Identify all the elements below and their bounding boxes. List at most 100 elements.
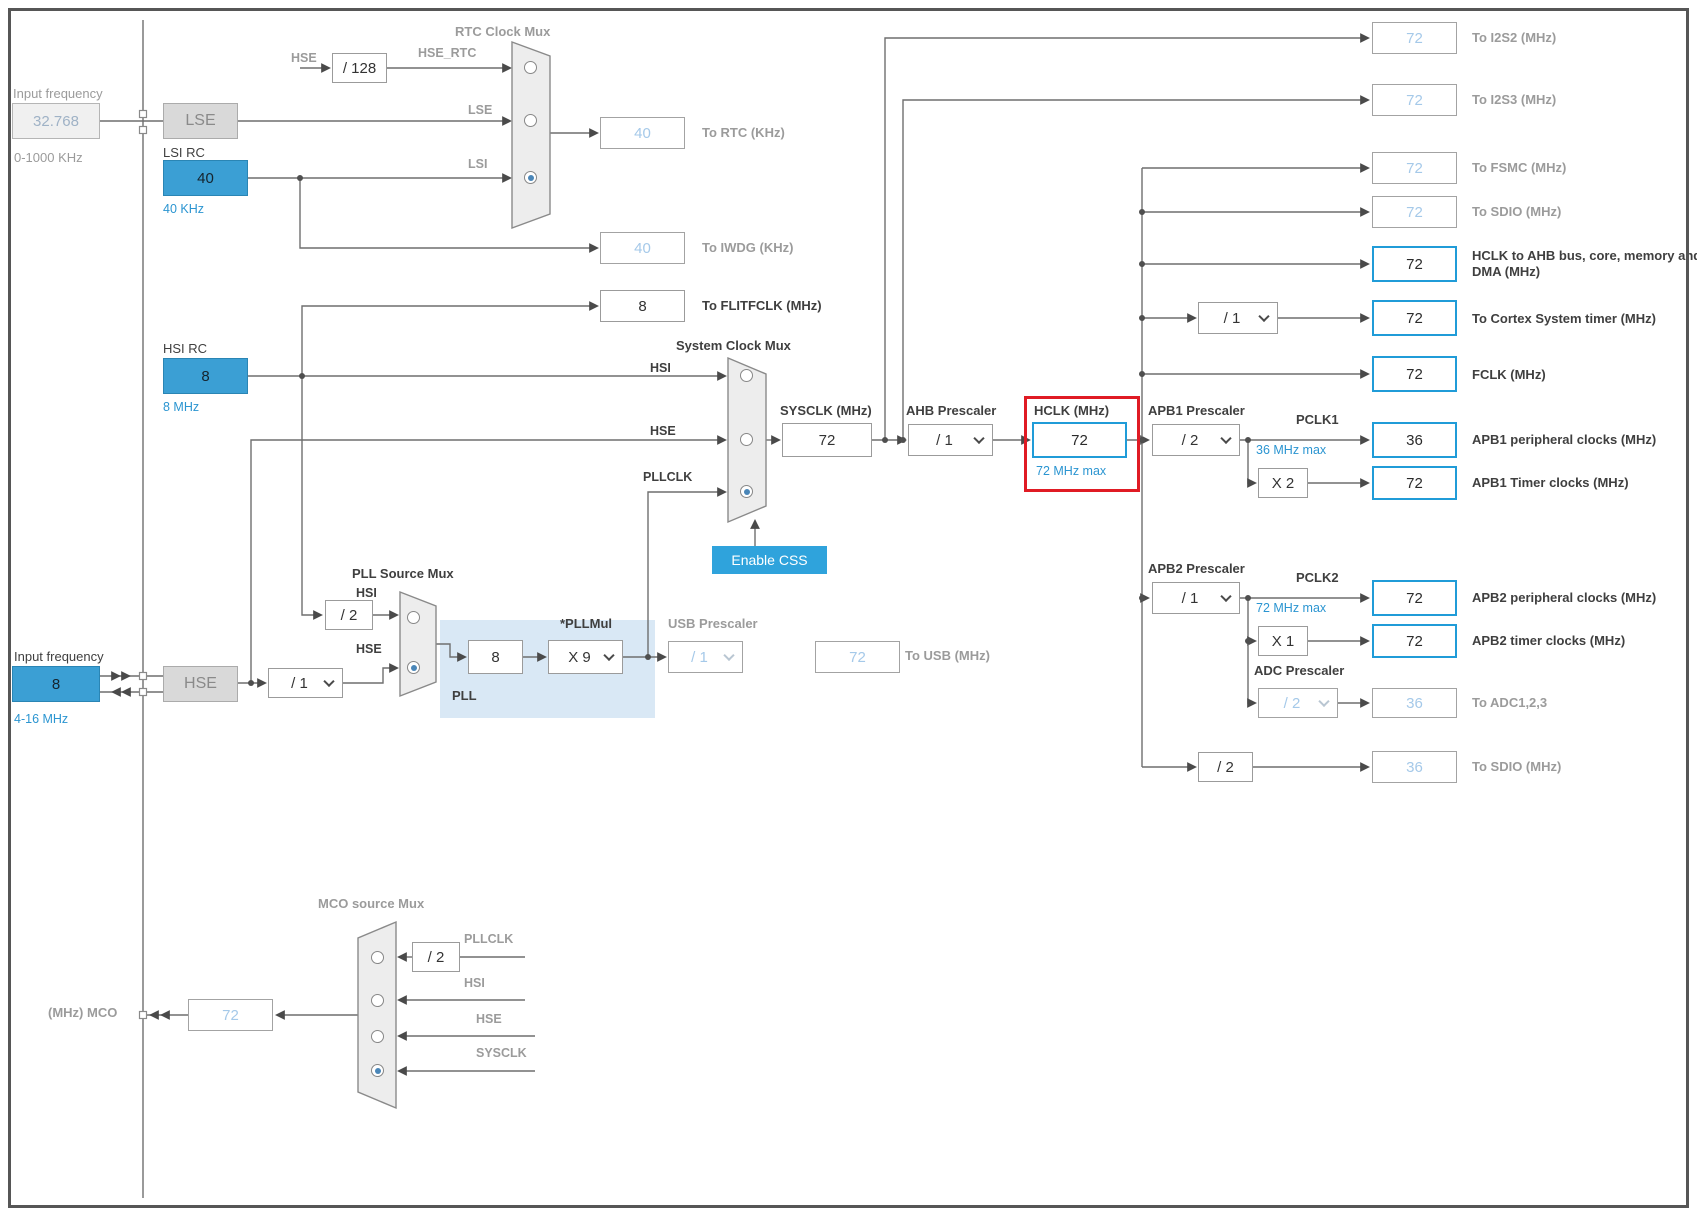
pclk1-label: PCLK1 bbox=[1296, 412, 1339, 427]
rtc-mux-radio-lse[interactable] bbox=[524, 114, 537, 127]
hse-rtc-divider-box: / 128 bbox=[332, 53, 387, 83]
sdio-top-value-box: 72 bbox=[1372, 196, 1457, 228]
i2s2-value-box: 72 bbox=[1372, 22, 1457, 54]
apb2-timer-value-box[interactable]: 72 bbox=[1372, 624, 1457, 658]
sys-mux-radio-pllclk[interactable] bbox=[740, 485, 753, 498]
to-sdio-top-label: To SDIO (MHz) bbox=[1472, 204, 1562, 219]
rtc-mux-radio-lsi[interactable] bbox=[524, 171, 537, 184]
to-adc-label: To ADC1,2,3 bbox=[1472, 695, 1548, 710]
hse-input-range-note: 4-16 MHz bbox=[14, 712, 69, 726]
mco-out-label: (MHz) MCO bbox=[48, 1005, 118, 1020]
pll-mux-radio-hsi[interactable] bbox=[407, 611, 420, 624]
mco-mux-title: MCO source Mux bbox=[318, 896, 425, 911]
sys-mux-radio-hsi[interactable] bbox=[740, 369, 753, 382]
mco-mux-radio-hsi[interactable] bbox=[371, 994, 384, 1007]
hclk-label: HCLK (MHz) bbox=[1034, 403, 1110, 418]
hse-input-frequency-field[interactable]: 8 bbox=[12, 666, 100, 702]
cortex-timer-label: To Cortex System timer (MHz) bbox=[1472, 311, 1656, 326]
lse-input-frequency-field: 32.768 bbox=[12, 103, 100, 139]
mco-mux-radio-sysclk[interactable] bbox=[371, 1064, 384, 1077]
pll-hsi-label: HSI bbox=[356, 586, 377, 600]
lsi-oscillator-box[interactable]: 40 bbox=[163, 160, 248, 196]
fclk-value-box[interactable]: 72 bbox=[1372, 356, 1457, 392]
hsi-oscillator-box[interactable]: 8 bbox=[163, 358, 248, 394]
rtc-lse-label: LSE bbox=[468, 103, 493, 117]
sys-mux-radio-hse[interactable] bbox=[740, 433, 753, 446]
rtc-mux-title: RTC Clock Mux bbox=[455, 24, 551, 39]
mco-sysclk-label: SYSCLK bbox=[476, 1046, 527, 1060]
mco-value-box: 72 bbox=[188, 999, 273, 1031]
mco-mux-radio-pllclk[interactable] bbox=[371, 951, 384, 964]
hsi-rc-label: HSI RC bbox=[163, 341, 208, 356]
pll-mux-radio-hse[interactable] bbox=[407, 661, 420, 674]
pll-input-value-box: 8 bbox=[468, 640, 523, 674]
apb2-prescaler-select[interactable]: / 1 bbox=[1152, 582, 1240, 614]
lse-oscillator-box: LSE bbox=[163, 103, 238, 139]
to-fsmc-label: To FSMC (MHz) bbox=[1472, 160, 1567, 175]
to-iwdg-label: To IWDG (KHz) bbox=[702, 240, 794, 255]
to-flitfclk-label: To FLITFCLK (MHz) bbox=[702, 298, 822, 313]
hse-input-frequency-label: Input frequency bbox=[14, 649, 104, 664]
hclk-value-box[interactable]: 72 bbox=[1032, 422, 1127, 458]
fsmc-value-box: 72 bbox=[1372, 152, 1457, 184]
apb1-timer-label: APB1 Timer clocks (MHz) bbox=[1472, 475, 1629, 490]
apb2-prescaler-label: APB2 Prescaler bbox=[1148, 561, 1245, 576]
to-i2s3-label: To I2S3 (MHz) bbox=[1472, 92, 1557, 107]
pclk2-label: PCLK2 bbox=[1296, 570, 1339, 585]
sdio-clock-value-box: 36 bbox=[1372, 751, 1457, 783]
i2s3-value-box: 72 bbox=[1372, 84, 1457, 116]
pclk1-max-note: 36 MHz max bbox=[1256, 443, 1327, 457]
lse-input-range-label: 0-1000 KHz bbox=[14, 150, 83, 165]
mco-mux-radio-hse[interactable] bbox=[371, 1030, 384, 1043]
mco-hsi-label: HSI bbox=[464, 976, 485, 990]
lse-input-frequency-label: Input frequency bbox=[13, 86, 103, 101]
apb1-peripheral-value-box[interactable]: 36 bbox=[1372, 422, 1457, 458]
lsi-rc-label: LSI RC bbox=[163, 145, 205, 160]
usb-prescaler-select[interactable]: / 1 bbox=[668, 641, 743, 673]
hse-rtc-label: HSE_RTC bbox=[418, 46, 477, 60]
apb2-peripheral-value-box[interactable]: 72 bbox=[1372, 580, 1457, 616]
apb1-prescaler-label: APB1 Prescaler bbox=[1148, 403, 1245, 418]
ahb-prescaler-select[interactable]: / 1 bbox=[908, 424, 993, 456]
rtc-clock-value-box: 40 bbox=[600, 117, 685, 149]
adc-prescaler-label: ADC Prescaler bbox=[1254, 663, 1345, 678]
to-rtc-label: To RTC (KHz) bbox=[702, 125, 785, 140]
flitfclk-value-box: 8 bbox=[600, 290, 685, 322]
sys-hse-label: HSE bbox=[650, 424, 676, 438]
usb-prescaler-label: USB Prescaler bbox=[668, 616, 758, 631]
hse-prediv-select[interactable]: / 1 bbox=[268, 668, 343, 698]
rtc-lsi-label: LSI bbox=[468, 157, 488, 171]
hclk-ahb-value-box[interactable]: 72 bbox=[1372, 246, 1457, 282]
cortex-timer-value-box[interactable]: 72 bbox=[1372, 300, 1457, 336]
apb1-timer-value-box[interactable]: 72 bbox=[1372, 466, 1457, 500]
to-usb-label: To USB (MHz) bbox=[905, 648, 990, 663]
ahb-prescaler-label: AHB Prescaler bbox=[906, 403, 997, 418]
pll-hse-label: HSE bbox=[356, 642, 382, 656]
hclk-ahb-label: HCLK to AHB bus, core, memory and DMA (M… bbox=[1472, 248, 1697, 279]
mco-divider-box: / 2 bbox=[412, 942, 460, 972]
fclk-label: FCLK (MHz) bbox=[1472, 367, 1546, 382]
enable-css-button[interactable]: Enable CSS bbox=[712, 546, 827, 574]
rtc-hse-label: HSE bbox=[291, 51, 317, 65]
adc-prescaler-select[interactable]: / 2 bbox=[1258, 688, 1338, 718]
sys-hsi-label: HSI bbox=[650, 361, 671, 375]
apb1-peripheral-label: APB1 peripheral clocks (MHz) bbox=[1472, 432, 1657, 447]
pllmul-select[interactable]: X 9 bbox=[548, 640, 623, 674]
apb1-timer-multiplier-box: X 2 bbox=[1258, 468, 1308, 498]
pll-mux-shape bbox=[399, 590, 437, 698]
sdio-divider-box: / 2 bbox=[1198, 752, 1253, 782]
apb1-prescaler-select[interactable]: / 2 bbox=[1152, 424, 1240, 456]
mco-pllclk-label: PLLCLK bbox=[464, 932, 514, 946]
adc-clock-value-box: 36 bbox=[1372, 688, 1457, 718]
to-sdio-bottom-label: To SDIO (MHz) bbox=[1472, 759, 1562, 774]
rtc-mux-radio-hse-rtc[interactable] bbox=[524, 61, 537, 74]
hsi-frequency-note: 8 MHz bbox=[163, 400, 200, 414]
hse-oscillator-box: HSE bbox=[163, 666, 238, 702]
pll-mux-title: PLL Source Mux bbox=[352, 566, 454, 581]
cortex-prescaler-select[interactable]: / 1 bbox=[1198, 302, 1278, 334]
hclk-max-note: 72 MHz max bbox=[1036, 464, 1107, 478]
clock-configuration-canvas: Input frequency 32.768 0-1000 KHz LSE LS… bbox=[0, 0, 1697, 1216]
sysclk-value-box: 72 bbox=[782, 423, 872, 457]
system-mux-title: System Clock Mux bbox=[676, 338, 791, 353]
iwdg-clock-value-box: 40 bbox=[600, 232, 685, 264]
